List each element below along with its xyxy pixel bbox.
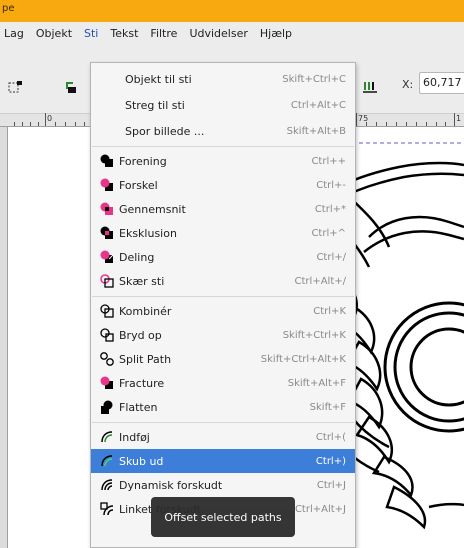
menu-item-split-path[interactable]: Split Path Skift+Ctrl+Alt+K bbox=[91, 347, 355, 371]
union-icon bbox=[100, 154, 114, 168]
vertical-ruler[interactable] bbox=[0, 127, 8, 548]
menu-item-union[interactable]: Forening Ctrl++ bbox=[91, 149, 355, 173]
combine-icon bbox=[100, 304, 114, 318]
select-all-icon[interactable] bbox=[8, 80, 24, 94]
menu-item-exclusion[interactable]: Eksklusion Ctrl+^ bbox=[91, 221, 355, 245]
menu-separator bbox=[92, 422, 354, 423]
menu-item-stroke-to-path[interactable]: Streg til sti Ctrl+Alt+C bbox=[91, 93, 355, 117]
x-coordinate-label: X: bbox=[402, 78, 414, 91]
x-coordinate-field[interactable]: 60,717 bbox=[419, 72, 464, 94]
menu-hjaelp[interactable]: Hjælp bbox=[254, 22, 298, 46]
menu-objekt[interactable]: Objekt bbox=[30, 22, 78, 46]
menu-item-inset[interactable]: Indføj Ctrl+( bbox=[91, 425, 355, 449]
menu-item-division[interactable]: Deling Ctrl+/ bbox=[91, 245, 355, 269]
flatten-icon bbox=[100, 400, 114, 414]
menu-item-outset[interactable]: Skub ud Ctrl+) bbox=[91, 449, 355, 473]
tooltip: Offset selected paths bbox=[151, 497, 295, 537]
linked-offset-icon bbox=[100, 502, 114, 516]
intersection-icon bbox=[100, 202, 114, 216]
menu-item-combine[interactable]: Kombinér Ctrl+K bbox=[91, 299, 355, 323]
menu-item-flatten[interactable]: Flatten Skift+F bbox=[91, 395, 355, 419]
menu-separator bbox=[92, 296, 354, 297]
menu-item-intersection[interactable]: Gennemsnit Ctrl+* bbox=[91, 197, 355, 221]
inset-icon bbox=[100, 430, 114, 444]
window-titlebar: pe bbox=[0, 0, 464, 22]
menu-separator bbox=[92, 146, 354, 147]
menu-item-object-to-path[interactable]: Objekt til sti Skift+Ctrl+C bbox=[91, 67, 355, 91]
menu-filtre[interactable]: Filtre bbox=[144, 22, 183, 46]
menu-item-dynamic-offset[interactable]: Dynamisk forskudt Ctrl+J bbox=[91, 473, 355, 497]
menu-sti[interactable]: Sti bbox=[78, 22, 104, 46]
menu-item-difference[interactable]: Forskel Ctrl+- bbox=[91, 173, 355, 197]
menu-item-cut-path[interactable]: Skær sti Ctrl+Alt+/ bbox=[91, 269, 355, 293]
align-bottom-icon[interactable] bbox=[362, 80, 378, 94]
outset-icon bbox=[100, 454, 114, 468]
dynamic-offset-icon bbox=[100, 478, 114, 492]
ruler-label: 1 bbox=[456, 114, 462, 123]
menu-bar: Lag Objekt Sti Tekst Filtre Udvidelser H… bbox=[0, 22, 464, 46]
cut-path-icon bbox=[100, 274, 114, 288]
menu-item-trace-bitmap[interactable]: Spor billede ... Skift+Alt+B bbox=[91, 119, 355, 143]
fracture-icon bbox=[100, 376, 114, 390]
break-apart-icon bbox=[100, 328, 114, 342]
difference-icon bbox=[100, 178, 114, 192]
menu-tekst[interactable]: Tekst bbox=[104, 22, 144, 46]
rotate-ccw-icon[interactable] bbox=[64, 79, 80, 95]
menu-item-break-apart[interactable]: Bryd op Skift+Ctrl+K bbox=[91, 323, 355, 347]
split-path-icon bbox=[100, 352, 114, 366]
menu-lag[interactable]: Lag bbox=[0, 22, 30, 46]
path-menu-dropdown: Objekt til sti Skift+Ctrl+C Streg til st… bbox=[90, 62, 356, 548]
division-icon bbox=[100, 250, 114, 264]
window-title: pe bbox=[2, 3, 15, 14]
menu-item-fracture[interactable]: Fracture Skift+Alt+F bbox=[91, 371, 355, 395]
menu-udvidelser[interactable]: Udvidelser bbox=[183, 22, 253, 46]
ruler-label: 0 bbox=[47, 114, 53, 123]
exclusion-icon bbox=[100, 226, 114, 240]
